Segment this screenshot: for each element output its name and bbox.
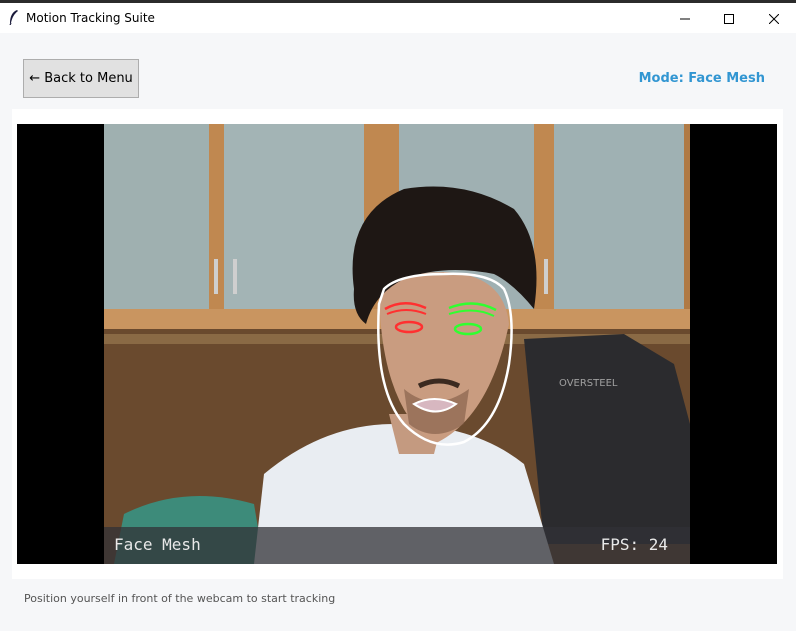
webcam-feed: OVERSTEEL Face Mesh FPS: 24 (104, 124, 690, 564)
overlay-fps-text: FPS: 24 (600, 535, 668, 554)
window-title: Motion Tracking Suite (26, 11, 155, 25)
minimize-icon (679, 9, 690, 28)
back-to-menu-button[interactable]: ← Back to Menu (23, 59, 139, 98)
video-viewport: OVERSTEEL Face Mesh FPS: 24 (17, 124, 777, 564)
app-window: Motion Tracking Suite ← Back to Menu Mod… (0, 0, 796, 631)
maximize-icon (723, 9, 734, 28)
close-icon (768, 9, 779, 28)
feather-icon (8, 9, 20, 26)
webcam-image: OVERSTEEL (104, 124, 690, 564)
video-panel: OVERSTEEL Face Mesh FPS: 24 (12, 109, 783, 579)
main-content: ← Back to Menu Mode: Face Mesh OVERSTEEL… (0, 33, 796, 631)
svg-text:OVERSTEEL: OVERSTEEL (559, 378, 618, 389)
overlay-mode-text: Face Mesh (114, 535, 201, 554)
video-overlay-bar: Face Mesh FPS: 24 (104, 527, 690, 564)
minimize-button[interactable] (662, 3, 707, 33)
mode-indicator: Mode: Face Mesh (638, 71, 765, 86)
close-button[interactable] (751, 3, 796, 33)
status-message: Position yourself in front of the webcam… (24, 592, 336, 605)
maximize-button[interactable] (706, 3, 751, 33)
title-bar[interactable]: Motion Tracking Suite (0, 0, 796, 33)
